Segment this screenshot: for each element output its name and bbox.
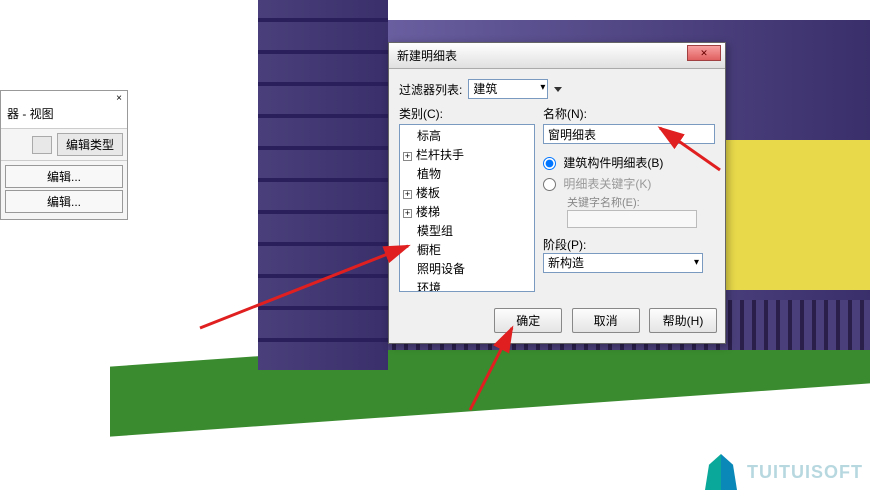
category-item[interactable]: 环境	[401, 278, 533, 292]
close-icon[interactable]: ×	[113, 93, 125, 105]
key-name-field	[567, 210, 697, 228]
help-button[interactable]: 帮助(H)	[649, 308, 717, 333]
name-label: 名称(N):	[543, 105, 715, 122]
category-item[interactable]: 照明设备	[401, 259, 533, 278]
edit-button-1[interactable]: 编辑...	[5, 165, 123, 188]
edit-button-2[interactable]: 编辑...	[5, 190, 123, 213]
phase-dropdown[interactable]: 新构造	[543, 253, 703, 273]
category-item[interactable]: +栏杆扶手	[401, 145, 533, 164]
edit-type-button[interactable]: 编辑类型	[57, 133, 123, 156]
expand-icon[interactable]: +	[403, 190, 412, 199]
filter-label: 过滤器列表:	[399, 81, 462, 98]
watermark-text: TUITUISOFT	[747, 462, 863, 483]
ok-button[interactable]: 确定	[494, 308, 562, 333]
category-item[interactable]: 模型组	[401, 221, 533, 240]
radio-building-schedule[interactable]	[543, 157, 556, 170]
dialog-title-text: 新建明细表	[397, 49, 457, 63]
category-item[interactable]: +楼梯	[401, 202, 533, 221]
expand-icon[interactable]: +	[403, 209, 412, 218]
phase-label: 阶段(P):	[543, 236, 715, 253]
new-schedule-dialog: 新建明细表 ✕ 过滤器列表: 建筑 类别(C): 标高+栏杆扶手植物+楼板+楼梯…	[388, 42, 726, 344]
cancel-button[interactable]: 取消	[572, 308, 640, 333]
panel-icon-1[interactable]	[32, 136, 52, 154]
properties-panel: × 器 - 视图 编辑类型 编辑... 编辑...	[0, 90, 128, 220]
panel-title: 器 - 视图	[1, 91, 127, 129]
category-item[interactable]: 橱柜	[401, 240, 533, 259]
chevron-down-icon[interactable]	[554, 87, 562, 92]
radio-schedule-key[interactable]	[543, 178, 556, 191]
dialog-titlebar[interactable]: 新建明细表 ✕	[389, 43, 725, 69]
category-item[interactable]: 标高	[401, 126, 533, 145]
filter-dropdown[interactable]: 建筑	[468, 79, 548, 99]
category-item[interactable]: +楼板	[401, 183, 533, 202]
key-name-label: 关键字名称(E):	[543, 194, 715, 210]
dialog-close-button[interactable]: ✕	[687, 45, 721, 61]
category-label: 类别(C):	[399, 105, 535, 122]
watermark-icon	[701, 454, 741, 490]
expand-icon[interactable]: +	[403, 152, 412, 161]
name-field[interactable]	[543, 124, 715, 144]
watermark: TUITUISOFT	[701, 454, 863, 490]
category-listbox[interactable]: 标高+栏杆扶手植物+楼板+楼梯模型组橱柜照明设备环境电气装置电气设备窗组成部分结…	[399, 124, 535, 292]
category-item[interactable]: 植物	[401, 164, 533, 183]
